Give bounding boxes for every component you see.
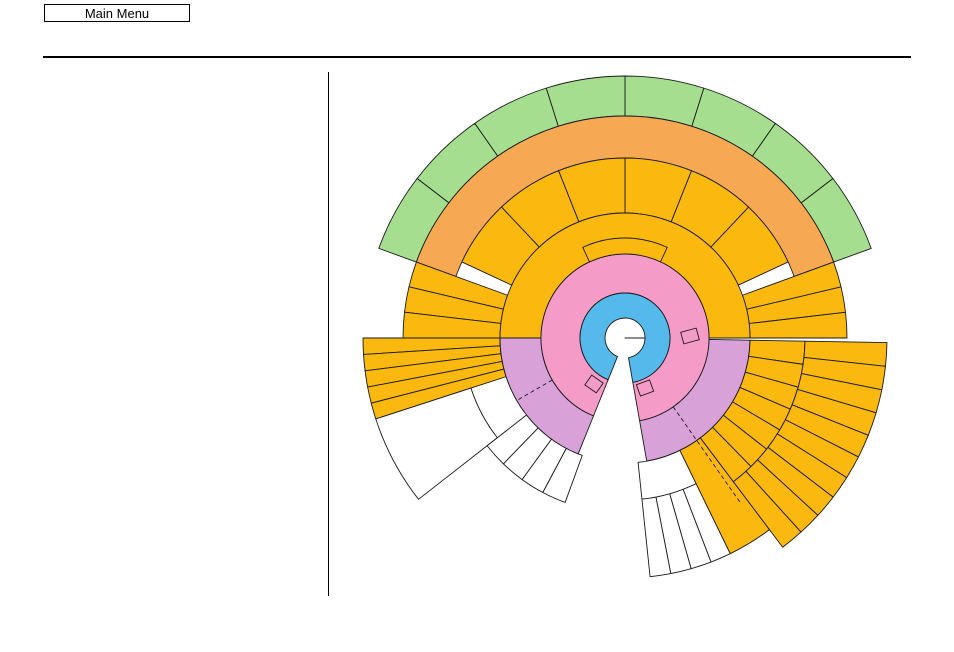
- sunburst-diagram: [362, 75, 888, 578]
- pink-ring: [540, 253, 710, 422]
